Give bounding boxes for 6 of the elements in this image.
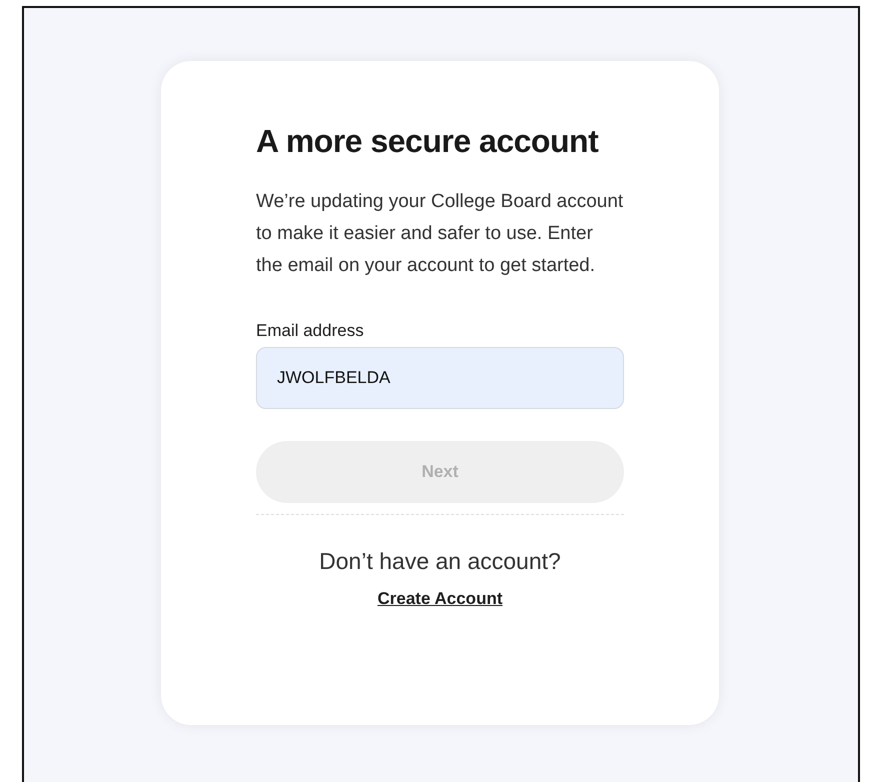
signup-prompt: Don’t have an account? xyxy=(318,548,562,575)
page-title: A more secure account xyxy=(256,123,600,160)
email-input[interactable]: JWOLFBELDA xyxy=(256,347,624,409)
create-account-link[interactable]: Create Account xyxy=(377,589,502,609)
description-text: We’re updating your College Board account to make it easier and safer to use. Enter the email on your account to get started. xyxy=(256,190,624,278)
email-label: Email address xyxy=(256,321,364,341)
